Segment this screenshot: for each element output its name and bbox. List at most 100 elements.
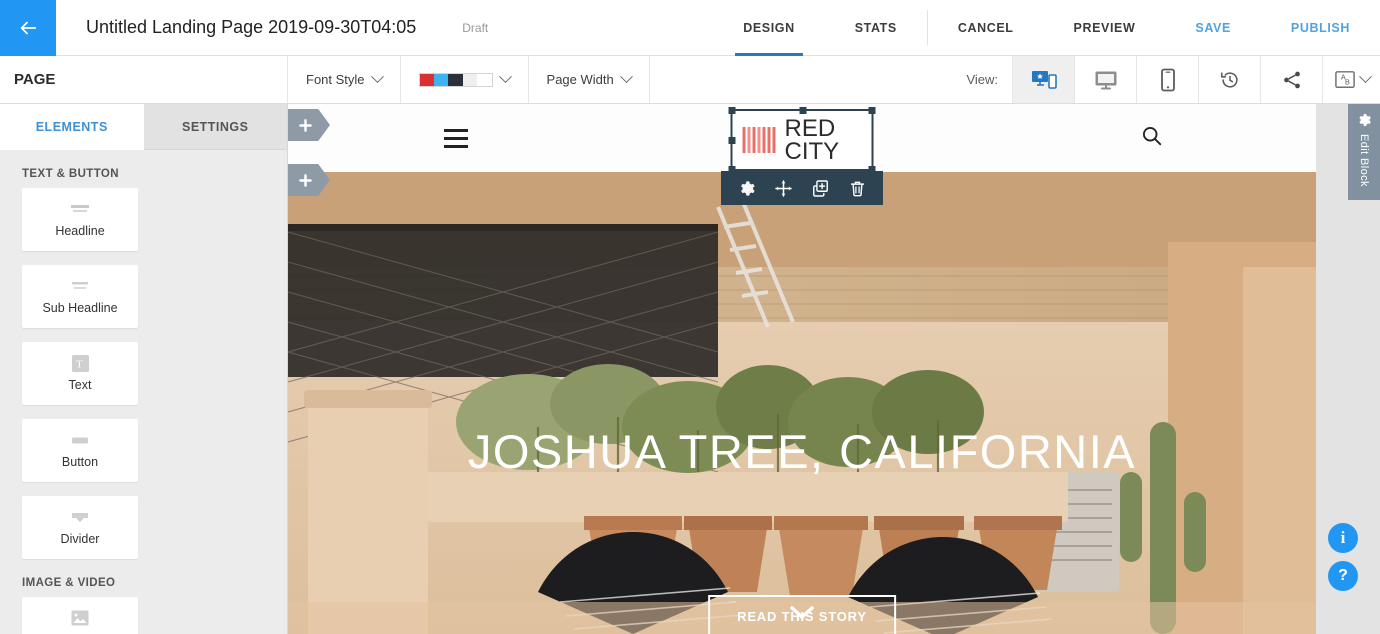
trash-icon[interactable] bbox=[848, 179, 867, 198]
back-button[interactable] bbox=[0, 0, 56, 56]
ab-test-dropdown[interactable]: A B bbox=[1322, 56, 1380, 103]
document-title-area: Untitled Landing Page 2019-09-30T04:05 D… bbox=[56, 0, 713, 55]
gear-icon bbox=[1359, 114, 1371, 126]
plus-icon bbox=[299, 118, 312, 132]
design-toolbar: PAGE Font Style Page Width View: A B bbox=[0, 56, 1380, 104]
hamburger-bar bbox=[444, 144, 468, 148]
hero-background-photo bbox=[288, 172, 1316, 634]
element-card-headline[interactable]: Headline bbox=[22, 188, 138, 251]
responsive-view-button[interactable] bbox=[1012, 56, 1074, 103]
search-icon[interactable] bbox=[1140, 124, 1164, 153]
hamburger-menu-icon[interactable] bbox=[444, 128, 468, 148]
move-icon[interactable] bbox=[774, 179, 793, 198]
element-card-sub-headline-label: Sub Headline bbox=[42, 301, 118, 315]
preview-label: PREVIEW bbox=[1073, 21, 1136, 35]
hamburger-bar bbox=[444, 136, 468, 140]
chevron-down-icon bbox=[370, 70, 384, 84]
image-video-card-grid: Image Icon Video Slideshow bbox=[0, 597, 287, 634]
svg-text:B: B bbox=[1345, 77, 1350, 86]
font-style-dropdown[interactable]: Font Style bbox=[288, 56, 401, 103]
tab-stats-label: STATS bbox=[854, 21, 897, 35]
edit-block-tab[interactable]: Edit Block bbox=[1348, 104, 1380, 200]
text-button-card-grid: Headline Sub Headline T Text Button Divi… bbox=[0, 188, 287, 559]
button-icon bbox=[69, 432, 91, 448]
help-button[interactable]: ? bbox=[1328, 561, 1358, 591]
save-button[interactable]: SAVE bbox=[1165, 0, 1261, 56]
site-header-block[interactable]: RED CITY bbox=[288, 104, 1316, 173]
tab-elements-label: ELEMENTS bbox=[35, 119, 108, 134]
view-label: View: bbox=[966, 72, 998, 87]
info-button[interactable]: i bbox=[1328, 523, 1358, 553]
element-card-divider[interactable]: Divider bbox=[22, 496, 138, 559]
element-card-headline-label: Headline bbox=[55, 224, 105, 238]
share-button[interactable] bbox=[1260, 56, 1322, 103]
text-icon: T bbox=[71, 354, 89, 372]
swatch-color-1 bbox=[419, 73, 434, 86]
page-title: Untitled Landing Page 2019-09-30T04:05 bbox=[86, 17, 417, 37]
history-icon bbox=[1220, 71, 1238, 88]
chevron-down-icon bbox=[498, 70, 512, 84]
swatch-color-4 bbox=[462, 73, 478, 86]
barcode-stripes-icon bbox=[742, 127, 776, 153]
desktop-view-button[interactable] bbox=[1074, 56, 1136, 103]
panel-title: PAGE bbox=[0, 56, 288, 103]
element-card-text[interactable]: T Text bbox=[22, 342, 138, 405]
color-swatch bbox=[418, 72, 493, 87]
resize-handle-top-right[interactable] bbox=[868, 107, 876, 114]
chevron-down-icon[interactable] bbox=[787, 603, 817, 628]
arrow-left-icon bbox=[20, 21, 37, 35]
resize-handle-top-center[interactable] bbox=[799, 107, 806, 114]
top-nav: DESIGN STATS CANCEL PREVIEW SAVE PUBLISH bbox=[713, 0, 1380, 56]
elements-sidebar: ELEMENTS SETTINGS TEXT & BUTTON Headline… bbox=[0, 104, 288, 634]
element-card-sub-headline[interactable]: Sub Headline bbox=[22, 265, 138, 328]
section-title-image-video: IMAGE & VIDEO bbox=[22, 577, 116, 589]
swatch-color-5 bbox=[477, 73, 492, 86]
tab-design[interactable]: DESIGN bbox=[713, 0, 825, 56]
share-icon bbox=[1283, 71, 1300, 88]
publish-button[interactable]: PUBLISH bbox=[1261, 0, 1380, 56]
swatch-color-2 bbox=[433, 73, 449, 86]
tab-stats[interactable]: STATS bbox=[825, 0, 927, 56]
settings-gear-icon[interactable] bbox=[737, 179, 756, 198]
tab-settings[interactable]: SETTINGS bbox=[143, 104, 287, 150]
divider-icon bbox=[69, 509, 91, 525]
plus-icon bbox=[299, 173, 312, 187]
page-canvas: RED CITY JOSHUA TREE, CALIFORNIA READ TH… bbox=[288, 104, 1316, 634]
font-style-label: Font Style bbox=[306, 72, 365, 87]
element-card-button-label: Button bbox=[61, 455, 99, 469]
top-bar: Untitled Landing Page 2019-09-30T04:05 D… bbox=[0, 0, 1380, 56]
ab-test-icon: A B bbox=[1334, 70, 1355, 88]
element-card-button[interactable]: Button bbox=[22, 419, 138, 482]
tab-settings-label: SETTINGS bbox=[181, 119, 249, 134]
mobile-view-icon bbox=[1160, 68, 1175, 91]
element-card-divider-label: Divider bbox=[60, 532, 100, 546]
publish-label: PUBLISH bbox=[1290, 21, 1350, 35]
tab-elements[interactable]: ELEMENTS bbox=[0, 104, 144, 150]
image-icon bbox=[71, 610, 89, 626]
color-palette-dropdown[interactable] bbox=[401, 56, 529, 103]
edit-block-label: Edit Block bbox=[1358, 134, 1370, 187]
site-logo-text: RED CITY bbox=[784, 117, 840, 165]
responsive-view-icon bbox=[1031, 70, 1057, 89]
page-builder-app: Untitled Landing Page 2019-09-30T04:05 D… bbox=[0, 0, 1380, 634]
page-width-dropdown[interactable]: Page Width bbox=[529, 56, 650, 103]
resize-handle-top-left[interactable] bbox=[728, 107, 736, 114]
svg-text:T: T bbox=[76, 358, 83, 370]
mobile-view-button[interactable] bbox=[1136, 56, 1198, 103]
tab-design-label: DESIGN bbox=[743, 21, 795, 35]
chevron-down-icon bbox=[619, 70, 633, 84]
duplicate-icon[interactable] bbox=[811, 179, 830, 198]
hero-block[interactable]: JOSHUA TREE, CALIFORNIA READ THIS STORY bbox=[288, 172, 1316, 634]
preview-button[interactable]: PREVIEW bbox=[1044, 0, 1166, 56]
history-button[interactable] bbox=[1198, 56, 1260, 103]
element-card-text-label: Text bbox=[68, 378, 92, 392]
logo-line-2: CITY bbox=[784, 138, 840, 165]
save-label: SAVE bbox=[1195, 21, 1231, 35]
site-logo-selected[interactable]: RED CITY bbox=[728, 107, 876, 173]
section-title-text-button: TEXT & BUTTON bbox=[22, 168, 119, 180]
hamburger-bar bbox=[444, 128, 468, 132]
page-width-label: Page Width bbox=[546, 72, 614, 87]
cancel-button[interactable]: CANCEL bbox=[928, 0, 1044, 56]
element-card-image[interactable]: Image bbox=[22, 597, 138, 634]
resize-handle-middle-left[interactable] bbox=[728, 137, 736, 144]
